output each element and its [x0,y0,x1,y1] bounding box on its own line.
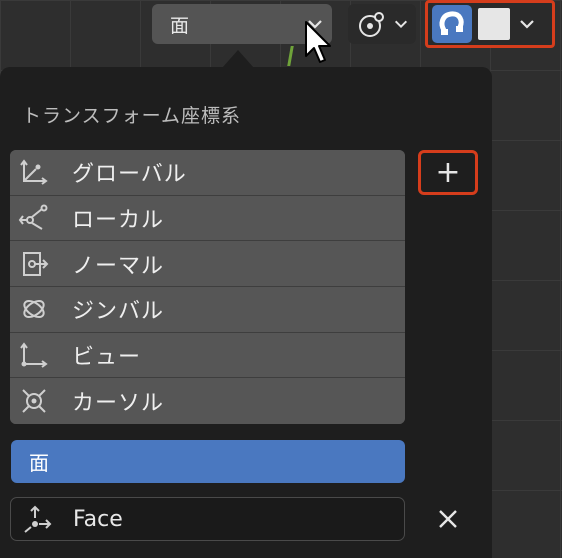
list-item-global[interactable]: グローバル [10,150,405,196]
list-item-label: ジンバル [72,299,165,325]
snap-target-icon[interactable] [478,8,510,40]
magnet-icon [439,11,464,35]
list-item-cursor[interactable]: カーソル [10,378,405,424]
close-icon [439,510,457,528]
list-item-normal[interactable]: ノーマル [10,241,405,287]
orientation-value: 面 [170,14,190,37]
add-orientation-button[interactable]: + [418,150,478,195]
custom-orientation-label: 面 [29,451,49,475]
snapping-controls [425,0,555,48]
list-item-label: ビュー [72,344,142,370]
custom-orientation-item[interactable]: 面 [11,440,405,483]
cursor-axes-icon [22,389,46,413]
orientation-name-field[interactable]: Face [10,497,405,541]
normal-axes-icon [23,251,49,276]
pivot-point-dropdown[interactable] [348,4,416,44]
delete-orientation-button[interactable] [428,500,468,538]
list-item-gimbal[interactable]: ジンバル [10,286,405,333]
chevron-down-icon[interactable] [518,15,536,33]
orientation-name-value: Face [73,506,123,532]
list-item-label: カーソル [72,391,165,417]
list-item-label: グローバル [72,162,187,188]
mouse-cursor-icon [305,21,331,63]
popover-caret [222,50,254,68]
list-item-label: ローカル [72,207,165,233]
custom-axes-icon [24,505,52,533]
orientation-list: グローバル ローカル ノーマル ジンバル ビュー カーソル [10,150,405,424]
list-item-view[interactable]: ビュー [10,332,405,379]
global-axes-icon [20,159,48,186]
panel-title: トランスフォーム座標系 [22,105,242,127]
gimbal-icon [23,300,45,319]
list-item-local[interactable]: ローカル [10,195,405,242]
view-axes-icon [20,342,48,368]
list-item-label: ノーマル [72,253,165,279]
local-axes-icon [18,204,48,230]
pivot-icon [359,12,384,37]
chevron-down-icon [394,20,408,29]
snap-toggle-button[interactable] [432,5,472,43]
